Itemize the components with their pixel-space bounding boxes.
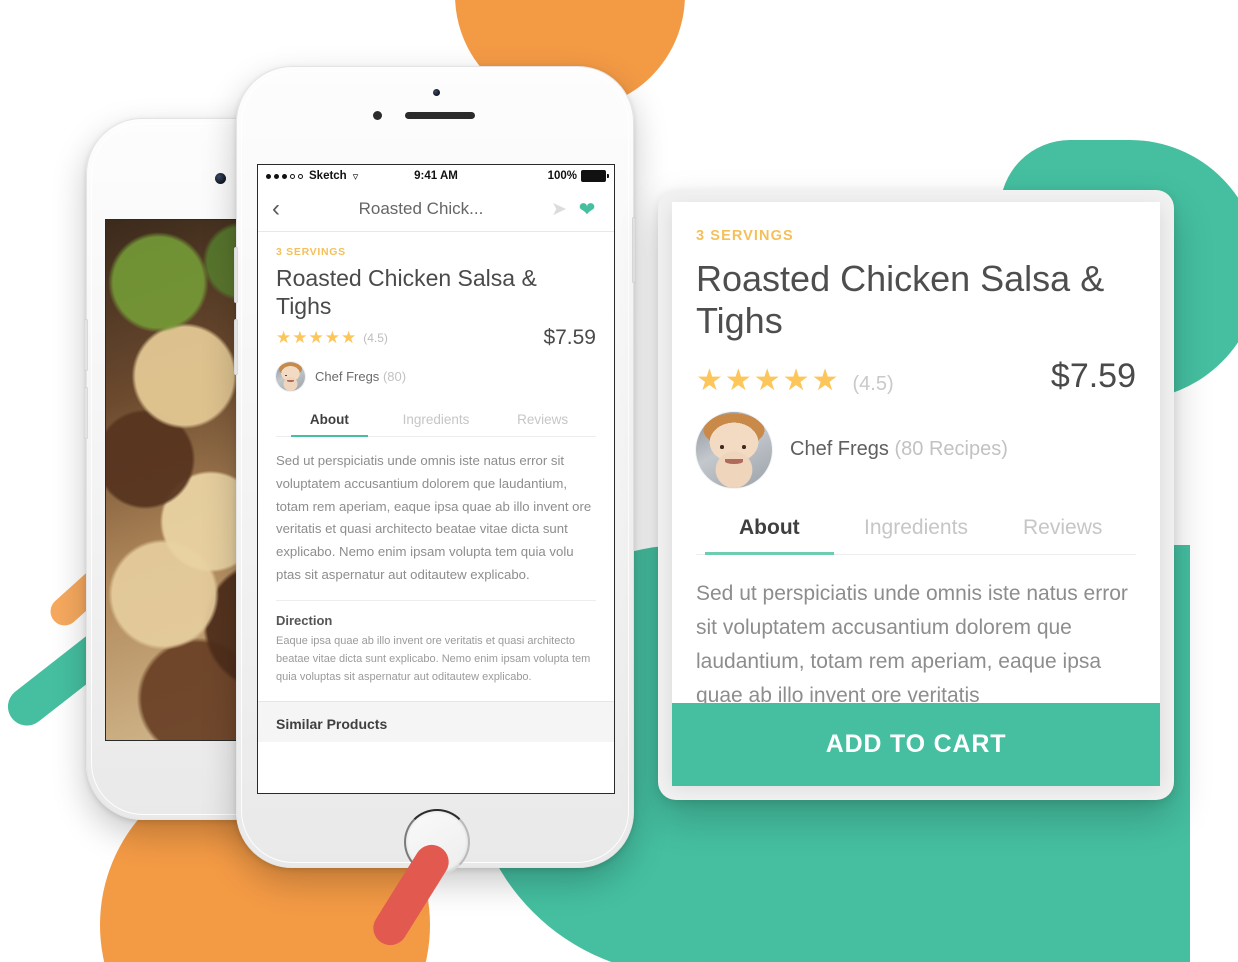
signal-dot-icon [266, 173, 271, 179]
about-body-text: Sed ut perspiciatis unde omnis iste natu… [276, 437, 596, 602]
proximity-sensor-icon [433, 89, 440, 96]
direction-heading: Direction [276, 613, 333, 629]
card-recipe-title: Roasted Chicken Salsa & Tighs [696, 258, 1105, 342]
recipe-title: Roasted Chicken Salsa & Tighs [276, 265, 537, 320]
card-price-label: $7.59 [1050, 356, 1136, 395]
chef-row[interactable]: Chef Fregs (80) [276, 362, 596, 392]
volume-button[interactable] [234, 247, 238, 303]
status-battery-group: 100% [547, 170, 609, 182]
tab-ingredients[interactable]: Ingredients [383, 405, 490, 436]
card-chef-row[interactable]: Chef Fregs (80 Recipes) [696, 411, 1136, 488]
wifi-icon: ▿ [352, 170, 359, 183]
card-chef-recipe-count: (80 Recipes) [894, 438, 1008, 461]
chevron-left-icon[interactable]: ‹ [272, 197, 298, 221]
power-button[interactable] [632, 217, 636, 283]
battery-icon [581, 170, 609, 182]
chef-recipe-count: (80) [382, 369, 407, 385]
avatar [696, 411, 772, 488]
volume-button[interactable] [84, 319, 88, 371]
card-chef-name: Chef Fregs [790, 438, 889, 461]
card-tab-ingredients[interactable]: Ingredients [843, 512, 990, 554]
phone-front-screen: Sketch ▿ 9:41 AM 100% ‹ Roasted Chick...… [257, 164, 615, 794]
share-arrow-icon[interactable]: ➤ [544, 198, 574, 221]
signal-dot-icon [298, 173, 303, 179]
front-camera-icon [373, 111, 382, 120]
rear-camera-icon [215, 173, 226, 184]
battery-percent-label: 100% [547, 170, 577, 182]
servings-label: 3 SERVINGS [276, 246, 346, 258]
card-about-body-text: Sed ut perspiciatis unde omnis iste natu… [696, 581, 1128, 707]
rating-price-row: ★★★★★ (4.5) $7.59 [276, 326, 596, 350]
card-tab-reviews[interactable]: Reviews [989, 512, 1136, 554]
tab-about[interactable]: About [276, 405, 383, 438]
nav-title: Roasted Chick... [358, 199, 484, 218]
direction-body-text: Eaque ipsa quae ab illo invent ore verit… [276, 635, 591, 683]
recipe-card: 3 SERVINGS Roasted Chicken Salsa & Tighs… [672, 202, 1160, 780]
promo-mockup-stage: Sketch ▿ 9:41 AM 100% ‹ Roasted Chick...… [0, 0, 1238, 962]
app-nav-bar: ‹ Roasted Chick... ➤ ❤ [258, 187, 614, 232]
star-rating-icon: ★★★★★ [276, 328, 358, 348]
card-detail-tabs: About Ingredients Reviews [696, 512, 1136, 555]
ios-status-bar: Sketch ▿ 9:41 AM 100% [258, 165, 614, 187]
detail-tabs: About Ingredients Reviews [276, 405, 596, 438]
heart-icon[interactable]: ❤ [574, 197, 600, 222]
signal-dot-icon [274, 173, 279, 179]
price-label: $7.59 [543, 326, 596, 350]
star-rating-icon: ★★★★★ [696, 363, 841, 397]
earpiece-speaker-icon [405, 112, 475, 119]
volume-button[interactable] [234, 319, 238, 375]
phone-front: Sketch ▿ 9:41 AM 100% ‹ Roasted Chick...… [234, 66, 636, 875]
status-signal-group: Sketch ▿ [266, 170, 358, 183]
chef-name-label: Chef Fregs (80) [315, 369, 406, 384]
tab-reviews[interactable]: Reviews [489, 405, 596, 436]
recipe-detail-content: 3 SERVINGS Roasted Chicken Salsa & Tighs… [258, 232, 614, 701]
signal-dot-icon [282, 173, 287, 179]
add-to-cart-button[interactable]: ADD TO CART [672, 703, 1160, 786]
similar-products-section: Similar Products [258, 700, 614, 742]
chef-name: Chef Fregs [315, 369, 380, 385]
recipe-card-body: 3 SERVINGS Roasted Chicken Salsa & Tighs… [672, 202, 1160, 713]
card-servings-label: 3 SERVINGS [696, 228, 794, 244]
card-rating-price-row: ★★★★★ (4.5) $7.59 [696, 357, 1136, 396]
rating-value: (4.5) [363, 331, 388, 346]
similar-products-heading: Similar Products [276, 715, 388, 732]
signal-dot-icon [290, 173, 295, 179]
avatar [276, 362, 305, 392]
card-rating-value: (4.5) [852, 372, 894, 395]
volume-button[interactable] [84, 387, 88, 439]
card-tab-about[interactable]: About [696, 512, 843, 555]
card-chef-name-label: Chef Fregs (80 Recipes) [790, 438, 1008, 461]
carrier-label: Sketch [309, 170, 347, 182]
